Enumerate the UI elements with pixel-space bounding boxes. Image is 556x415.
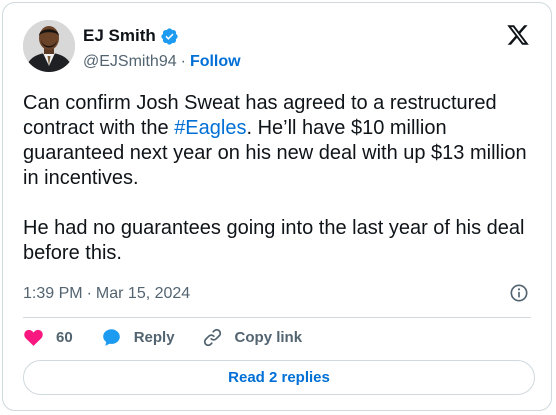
read-replies-label: Read 2 replies [228, 369, 330, 386]
follow-button[interactable]: Follow [190, 53, 241, 71]
heart-icon [24, 329, 43, 346]
tweet-card: EJ Smith @EJSmith94 · Follow Can confirm… [2, 2, 552, 411]
copy-link-label: Copy link [234, 329, 303, 346]
author-display-name[interactable]: EJ Smith [83, 26, 156, 46]
like-count: 60 [56, 329, 73, 346]
tweet-text: Can confirm Josh Sweat has agreed to a r… [23, 91, 543, 266]
tweet-paragraph-2: He had no guarantees going into the last… [23, 217, 525, 264]
action-bar: 60 Reply Copy link [23, 327, 302, 348]
link-icon [203, 328, 221, 347]
read-replies-button[interactable]: Read 2 replies [23, 360, 535, 395]
x-logo-icon[interactable] [505, 23, 531, 47]
reply-bubble-icon [102, 329, 120, 346]
reply-label: Reply [133, 329, 175, 346]
verified-badge-icon [161, 27, 178, 45]
like-button[interactable]: 60 [23, 327, 73, 348]
reply-button[interactable]: Reply [101, 327, 175, 348]
author-handle-row: @EJSmith94 · Follow [83, 53, 241, 71]
avatar[interactable] [23, 20, 75, 72]
separator-dot: · [180, 53, 186, 70]
hashtag-link[interactable]: #Eagles [174, 117, 246, 139]
separator-dot: · [86, 285, 92, 302]
tweet-date: Mar 15, 2024 [95, 285, 191, 302]
info-icon[interactable] [509, 283, 529, 303]
divider [23, 317, 531, 318]
tweet-time: 1:39 PM [23, 285, 83, 302]
author-name-row: EJ Smith [83, 26, 179, 46]
tweet-paragraph-1: Can confirm Josh Sweat has agreed to a r… [23, 91, 543, 191]
tweet-timestamp[interactable]: 1:39 PM · Mar 15, 2024 [23, 285, 190, 303]
author-handle[interactable]: @EJSmith94 [83, 53, 177, 71]
copy-link-button[interactable]: Copy link [202, 327, 303, 348]
